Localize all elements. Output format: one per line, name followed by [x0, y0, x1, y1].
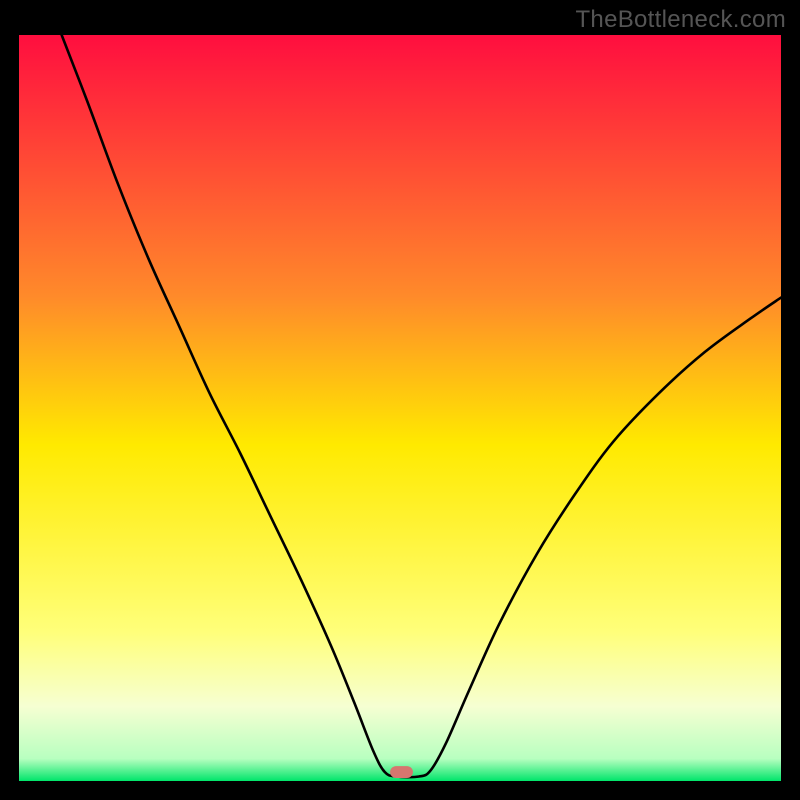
gradient-background [19, 35, 781, 781]
watermark-text: TheBottleneck.com [575, 6, 786, 34]
plot-area [19, 35, 781, 781]
optimal-marker [390, 766, 413, 778]
bottleneck-chart [19, 35, 781, 781]
chart-frame: TheBottleneck.com [0, 0, 800, 800]
